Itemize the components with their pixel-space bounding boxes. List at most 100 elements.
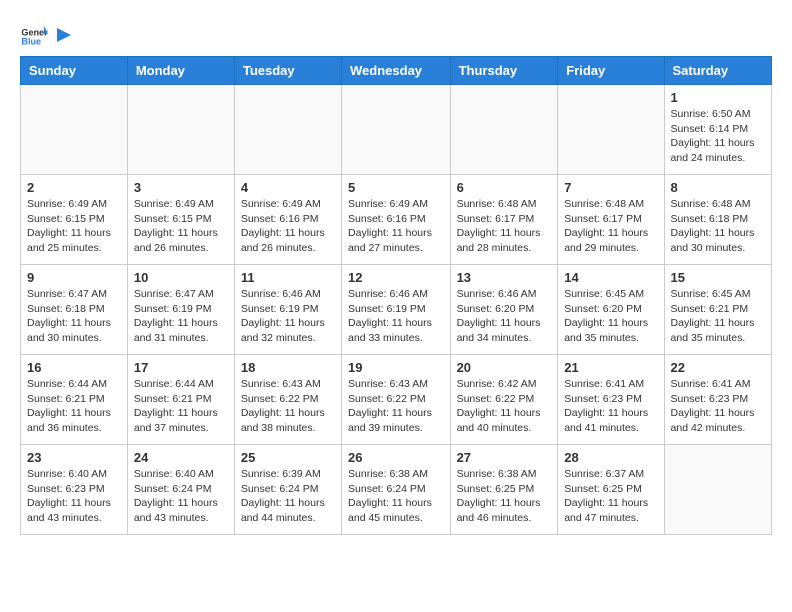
calendar-cell xyxy=(21,85,128,175)
day-number: 5 xyxy=(348,180,444,195)
day-info: Sunrise: 6:46 AM Sunset: 6:20 PM Dayligh… xyxy=(457,287,552,346)
calendar-table: SundayMondayTuesdayWednesdayThursdayFrid… xyxy=(20,56,772,535)
day-number: 10 xyxy=(134,270,228,285)
day-number: 11 xyxy=(241,270,335,285)
calendar-week-row: 9 Sunrise: 6:47 AM Sunset: 6:18 PM Daylig… xyxy=(21,265,772,355)
day-number: 7 xyxy=(564,180,657,195)
calendar-cell: 9 Sunrise: 6:47 AM Sunset: 6:18 PM Daylig… xyxy=(21,265,128,355)
calendar-cell: 5 Sunrise: 6:49 AM Sunset: 6:16 PM Daylig… xyxy=(342,175,451,265)
calendar-cell: 3Sunrise: 6:49 AM Sunset: 6:15 PM Daylig… xyxy=(127,175,234,265)
day-number: 27 xyxy=(457,450,552,465)
calendar-cell: 18Sunrise: 6:43 AM Sunset: 6:22 PM Dayli… xyxy=(234,355,341,445)
day-info: Sunrise: 6:50 AM Sunset: 6:14 PM Dayligh… xyxy=(671,107,765,166)
day-info: Sunrise: 6:38 AM Sunset: 6:25 PM Dayligh… xyxy=(457,467,552,526)
calendar-cell: 12Sunrise: 6:46 AM Sunset: 6:19 PM Dayli… xyxy=(342,265,451,355)
weekday-header: Tuesday xyxy=(234,57,341,85)
day-info: Sunrise: 6:49 AM Sunset: 6:15 PM Dayligh… xyxy=(134,197,228,256)
weekday-header: Monday xyxy=(127,57,234,85)
calendar-cell: 26 Sunrise: 6:38 AM Sunset: 6:24 PM Dayli… xyxy=(342,445,451,535)
day-number: 24 xyxy=(134,450,228,465)
calendar-cell: 24 Sunrise: 6:40 AM Sunset: 6:24 PM Dayli… xyxy=(127,445,234,535)
weekday-header: Thursday xyxy=(450,57,558,85)
day-info: Sunrise: 6:37 AM Sunset: 6:25 PM Dayligh… xyxy=(564,467,657,526)
day-number: 19 xyxy=(348,360,444,375)
calendar-cell: 17 Sunrise: 6:44 AM Sunset: 6:21 PM Dayli… xyxy=(127,355,234,445)
day-number: 16 xyxy=(27,360,121,375)
day-info: Sunrise: 6:43 AM Sunset: 6:22 PM Dayligh… xyxy=(241,377,335,436)
day-number: 28 xyxy=(564,450,657,465)
weekday-header: Sunday xyxy=(21,57,128,85)
day-number: 4 xyxy=(241,180,335,195)
calendar-cell: 22 Sunrise: 6:41 AM Sunset: 6:23 PM Dayli… xyxy=(664,355,771,445)
day-info: Sunrise: 6:48 AM Sunset: 6:17 PM Dayligh… xyxy=(457,197,552,256)
weekday-header: Wednesday xyxy=(342,57,451,85)
calendar-cell: 23 Sunrise: 6:40 AM Sunset: 6:23 PM Dayli… xyxy=(21,445,128,535)
calendar-cell: 4 Sunrise: 6:49 AM Sunset: 6:16 PM Daylig… xyxy=(234,175,341,265)
day-number: 9 xyxy=(27,270,121,285)
page-header: General Blue xyxy=(20,20,772,48)
calendar-cell: 6 Sunrise: 6:48 AM Sunset: 6:17 PM Daylig… xyxy=(450,175,558,265)
day-number: 6 xyxy=(457,180,552,195)
day-info: Sunrise: 6:45 AM Sunset: 6:20 PM Dayligh… xyxy=(564,287,657,346)
day-number: 26 xyxy=(348,450,444,465)
weekday-header: Saturday xyxy=(664,57,771,85)
day-info: Sunrise: 6:38 AM Sunset: 6:24 PM Dayligh… xyxy=(348,467,444,526)
calendar-cell xyxy=(664,445,771,535)
day-info: Sunrise: 6:41 AM Sunset: 6:23 PM Dayligh… xyxy=(671,377,765,436)
day-info: Sunrise: 6:46 AM Sunset: 6:19 PM Dayligh… xyxy=(241,287,335,346)
calendar-cell: 16 Sunrise: 6:44 AM Sunset: 6:21 PM Dayli… xyxy=(21,355,128,445)
day-info: Sunrise: 6:49 AM Sunset: 6:16 PM Dayligh… xyxy=(241,197,335,256)
day-number: 2 xyxy=(27,180,121,195)
calendar-cell: 15Sunrise: 6:45 AM Sunset: 6:21 PM Dayli… xyxy=(664,265,771,355)
calendar-cell xyxy=(342,85,451,175)
calendar-cell: 19 Sunrise: 6:43 AM Sunset: 6:22 PM Dayli… xyxy=(342,355,451,445)
calendar-cell: 1 Sunrise: 6:50 AM Sunset: 6:14 PM Daylig… xyxy=(664,85,771,175)
calendar-cell: 13Sunrise: 6:46 AM Sunset: 6:20 PM Dayli… xyxy=(450,265,558,355)
day-info: Sunrise: 6:44 AM Sunset: 6:21 PM Dayligh… xyxy=(134,377,228,436)
day-number: 20 xyxy=(457,360,552,375)
calendar-cell: 11 Sunrise: 6:46 AM Sunset: 6:19 PM Dayli… xyxy=(234,265,341,355)
calendar-week-row: 1 Sunrise: 6:50 AM Sunset: 6:14 PM Daylig… xyxy=(21,85,772,175)
calendar-cell: 25 Sunrise: 6:39 AM Sunset: 6:24 PM Dayli… xyxy=(234,445,341,535)
day-number: 14 xyxy=(564,270,657,285)
day-number: 22 xyxy=(671,360,765,375)
logo-icon: General Blue xyxy=(20,20,48,48)
calendar-week-row: 23 Sunrise: 6:40 AM Sunset: 6:23 PM Dayli… xyxy=(21,445,772,535)
day-info: Sunrise: 6:48 AM Sunset: 6:17 PM Dayligh… xyxy=(564,197,657,256)
day-number: 1 xyxy=(671,90,765,105)
day-info: Sunrise: 6:46 AM Sunset: 6:19 PM Dayligh… xyxy=(348,287,444,346)
calendar-cell: 21Sunrise: 6:41 AM Sunset: 6:23 PM Dayli… xyxy=(558,355,664,445)
logo: General Blue xyxy=(20,20,72,48)
calendar-cell xyxy=(234,85,341,175)
calendar-cell: 8 Sunrise: 6:48 AM Sunset: 6:18 PM Daylig… xyxy=(664,175,771,265)
calendar-week-row: 16 Sunrise: 6:44 AM Sunset: 6:21 PM Dayli… xyxy=(21,355,772,445)
day-number: 21 xyxy=(564,360,657,375)
calendar-cell xyxy=(127,85,234,175)
logo-flag-icon xyxy=(53,26,71,48)
day-number: 17 xyxy=(134,360,228,375)
day-info: Sunrise: 6:48 AM Sunset: 6:18 PM Dayligh… xyxy=(671,197,765,256)
day-number: 8 xyxy=(671,180,765,195)
svg-text:Blue: Blue xyxy=(21,37,41,47)
calendar-cell: 10 Sunrise: 6:47 AM Sunset: 6:19 PM Dayli… xyxy=(127,265,234,355)
calendar-week-row: 2 Sunrise: 6:49 AM Sunset: 6:15 PM Daylig… xyxy=(21,175,772,265)
day-info: Sunrise: 6:49 AM Sunset: 6:16 PM Dayligh… xyxy=(348,197,444,256)
day-info: Sunrise: 6:40 AM Sunset: 6:23 PM Dayligh… xyxy=(27,467,121,526)
day-info: Sunrise: 6:43 AM Sunset: 6:22 PM Dayligh… xyxy=(348,377,444,436)
day-info: Sunrise: 6:44 AM Sunset: 6:21 PM Dayligh… xyxy=(27,377,121,436)
calendar-cell: 20 Sunrise: 6:42 AM Sunset: 6:22 PM Dayli… xyxy=(450,355,558,445)
day-info: Sunrise: 6:39 AM Sunset: 6:24 PM Dayligh… xyxy=(241,467,335,526)
calendar-cell xyxy=(558,85,664,175)
day-info: Sunrise: 6:42 AM Sunset: 6:22 PM Dayligh… xyxy=(457,377,552,436)
calendar-cell: 28 Sunrise: 6:37 AM Sunset: 6:25 PM Dayli… xyxy=(558,445,664,535)
day-info: Sunrise: 6:45 AM Sunset: 6:21 PM Dayligh… xyxy=(671,287,765,346)
day-info: Sunrise: 6:40 AM Sunset: 6:24 PM Dayligh… xyxy=(134,467,228,526)
day-info: Sunrise: 6:47 AM Sunset: 6:19 PM Dayligh… xyxy=(134,287,228,346)
day-info: Sunrise: 6:47 AM Sunset: 6:18 PM Dayligh… xyxy=(27,287,121,346)
calendar-cell xyxy=(450,85,558,175)
calendar-cell: 27 Sunrise: 6:38 AM Sunset: 6:25 PM Dayli… xyxy=(450,445,558,535)
day-number: 23 xyxy=(27,450,121,465)
calendar-header-row: SundayMondayTuesdayWednesdayThursdayFrid… xyxy=(21,57,772,85)
day-number: 25 xyxy=(241,450,335,465)
calendar-body: 1 Sunrise: 6:50 AM Sunset: 6:14 PM Daylig… xyxy=(21,85,772,535)
